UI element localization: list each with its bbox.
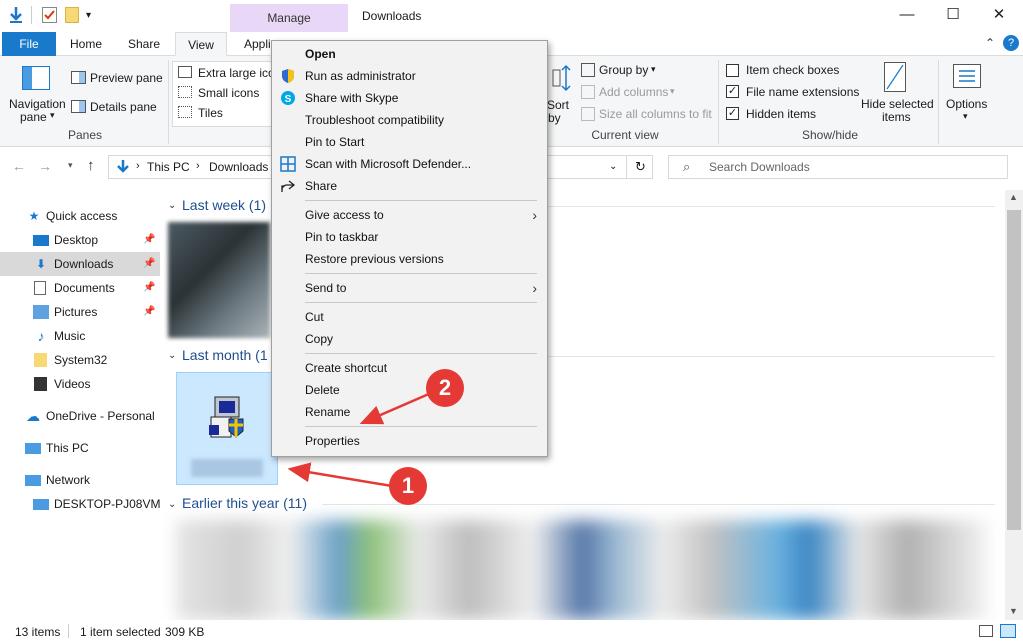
annotation-arrows [287, 388, 439, 488]
annotation-badge-2: 2 [426, 369, 464, 407]
annotation-badge-1: 1 [389, 467, 427, 505]
